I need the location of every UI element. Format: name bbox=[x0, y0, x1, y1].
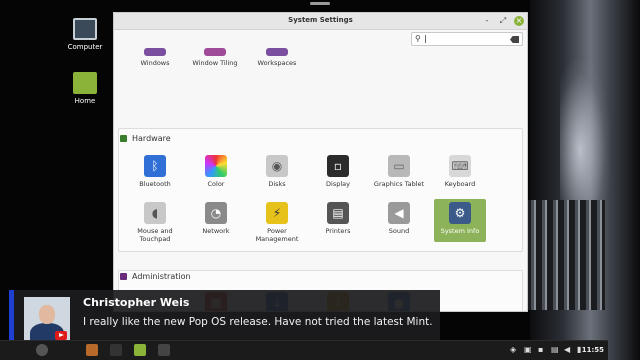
item-label: Workspaces bbox=[257, 59, 297, 67]
printer-tray-icon[interactable]: ▤ bbox=[551, 345, 559, 354]
clock[interactable]: 11:55 bbox=[582, 346, 604, 354]
chat-message: I really like the new Pop OS release. Ha… bbox=[83, 316, 433, 328]
settings-item-sound[interactable]: ◀ Sound bbox=[369, 202, 429, 235]
sound-icon: ◀ bbox=[388, 202, 410, 224]
keyboard-icon: ⌨ bbox=[449, 155, 471, 177]
window-title: System Settings bbox=[288, 16, 353, 24]
youtube-icon bbox=[55, 331, 67, 340]
item-label: Graphics Tablet bbox=[373, 180, 425, 188]
workspaces-icon bbox=[266, 48, 288, 56]
mouse-icon: ◖ bbox=[144, 202, 166, 224]
settings-content: Windows Window Tiling Workspaces Hardwar… bbox=[114, 30, 527, 311]
administration-title: Administration bbox=[132, 272, 191, 281]
update-icon[interactable]: ▣ bbox=[524, 345, 532, 354]
desktop-icon-label: Computer bbox=[67, 43, 103, 51]
menu-icon[interactable] bbox=[36, 344, 48, 356]
network-tray-icon[interactable]: ▪ bbox=[538, 345, 543, 354]
close-button[interactable]: × bbox=[514, 16, 524, 26]
clear-search-icon[interactable] bbox=[510, 36, 519, 43]
volume-icon[interactable]: ◀ bbox=[564, 345, 570, 354]
settings-item-graphics-tablet[interactable]: ▭ Graphics Tablet bbox=[369, 155, 429, 188]
folder-icon bbox=[73, 72, 97, 94]
item-label: Printers bbox=[325, 227, 351, 235]
hardware-title: Hardware bbox=[132, 134, 171, 143]
settings-item-keyboard[interactable]: ⌨ Keyboard bbox=[430, 155, 490, 188]
search-input[interactable]: ⚲ | bbox=[411, 32, 523, 46]
files-icon[interactable] bbox=[134, 344, 146, 356]
window-list-icon[interactable] bbox=[158, 344, 170, 356]
display-icon: ▫ bbox=[327, 155, 349, 177]
settings-item-system-info[interactable]: ⚙ System Info bbox=[434, 199, 486, 242]
item-label: Window Tiling bbox=[192, 59, 238, 67]
shield-icon[interactable]: ◈ bbox=[510, 345, 516, 354]
settings-item-window-tiling[interactable]: Window Tiling bbox=[185, 48, 245, 67]
settings-item-disks[interactable]: ◉ Disks bbox=[247, 155, 307, 188]
item-label: Color bbox=[207, 180, 225, 188]
item-label: Sound bbox=[388, 227, 410, 235]
item-label: Network bbox=[202, 227, 230, 235]
background-detail bbox=[525, 200, 605, 310]
settings-item-mouse[interactable]: ◖ Mouse and Touchpad bbox=[125, 202, 185, 243]
settings-item-workspaces[interactable]: Workspaces bbox=[247, 48, 307, 67]
item-label: Keyboard bbox=[444, 180, 476, 188]
bottom-panel: ◈ ▣ ▪ ▤ ◀ ▮ 11:55 bbox=[0, 340, 608, 360]
graphics-tablet-icon: ▭ bbox=[388, 155, 410, 177]
settings-item-network[interactable]: ◔ Network bbox=[186, 202, 246, 235]
terminal-icon[interactable] bbox=[110, 344, 122, 356]
item-label: Windows bbox=[140, 59, 170, 67]
item-label: Power Management bbox=[255, 227, 299, 243]
desktop-icon-label: Home bbox=[74, 97, 96, 105]
chat-author: Christopher Weis bbox=[83, 296, 190, 309]
item-label: Mouse and Touchpad bbox=[137, 227, 173, 243]
settings-item-bluetooth[interactable]: ᛒ Bluetooth bbox=[125, 155, 185, 188]
desktop: Computer Home System Settings - ⤢ × Wind… bbox=[0, 0, 640, 360]
window-tiling-icon bbox=[204, 48, 226, 56]
system-settings-window: System Settings - ⤢ × Windows Window Til… bbox=[113, 12, 528, 312]
printer-icon: ▤ bbox=[327, 202, 349, 224]
avatar bbox=[24, 297, 70, 343]
search-caret: | bbox=[424, 34, 427, 43]
top-handle bbox=[310, 2, 330, 5]
monitor-icon bbox=[73, 18, 97, 40]
desktop-icon-computer[interactable]: Computer bbox=[55, 18, 115, 51]
administration-heading: Administration bbox=[120, 272, 191, 281]
disks-icon: ◉ bbox=[266, 155, 288, 177]
windows-icon bbox=[144, 48, 166, 56]
settings-item-power[interactable]: ⚡ Power Management bbox=[247, 202, 307, 243]
maximize-button[interactable]: ⤢ bbox=[498, 16, 508, 26]
desktop-icon-home[interactable]: Home bbox=[55, 72, 115, 105]
gear-icon: ⚙ bbox=[449, 202, 471, 224]
item-label: Disks bbox=[268, 180, 286, 188]
item-label: Bluetooth bbox=[139, 180, 171, 188]
settings-item-color[interactable]: Color bbox=[186, 155, 246, 188]
item-label: Display bbox=[326, 180, 350, 188]
bluetooth-icon: ᛒ bbox=[144, 155, 166, 177]
settings-item-display[interactable]: ▫ Display bbox=[308, 155, 368, 188]
minimize-button[interactable]: - bbox=[482, 16, 492, 26]
color-icon bbox=[205, 155, 227, 177]
administration-section-icon bbox=[120, 273, 127, 280]
launcher-icon[interactable] bbox=[86, 344, 98, 356]
network-icon: ◔ bbox=[205, 202, 227, 224]
search-icon: ⚲ bbox=[415, 34, 421, 43]
settings-item-printers[interactable]: ▤ Printers bbox=[308, 202, 368, 235]
hardware-heading: Hardware bbox=[120, 134, 171, 143]
settings-item-windows[interactable]: Windows bbox=[125, 48, 185, 67]
window-titlebar[interactable]: System Settings - ⤢ × bbox=[114, 13, 527, 30]
hardware-section-icon bbox=[120, 135, 127, 142]
item-label: System Info bbox=[440, 227, 480, 235]
avatar-head bbox=[39, 305, 55, 324]
power-icon: ⚡ bbox=[266, 202, 288, 224]
